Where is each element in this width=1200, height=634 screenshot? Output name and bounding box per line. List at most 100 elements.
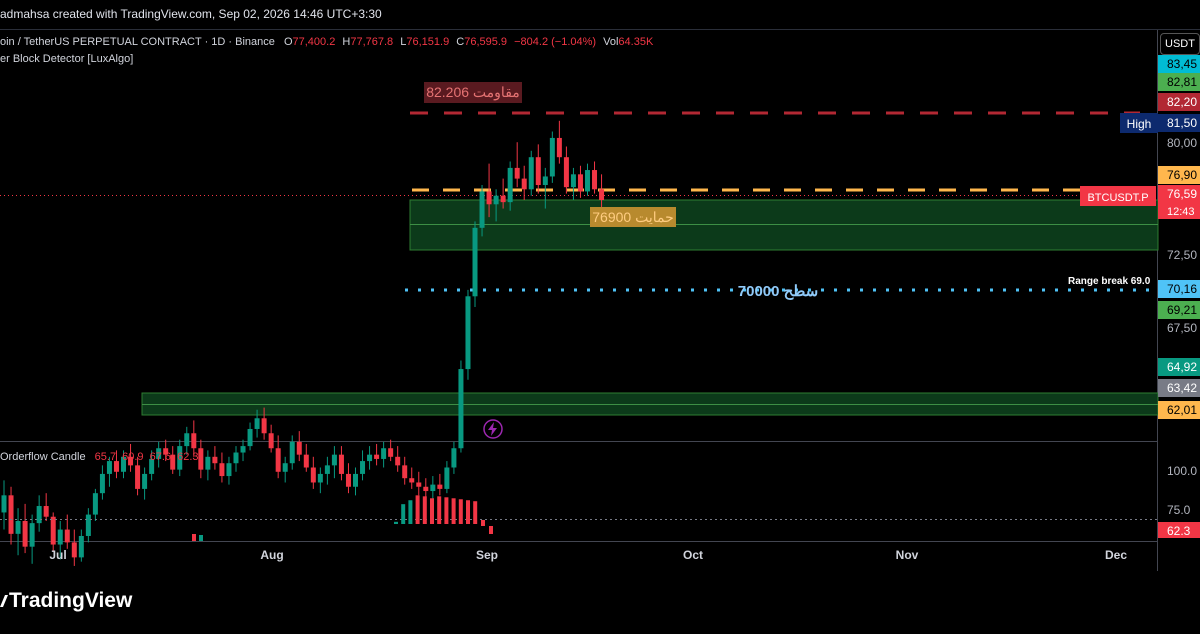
close-value: 76,595.9	[464, 36, 508, 48]
price-axis-label: 69,21	[1167, 303, 1197, 317]
time-axis-label: Dec	[1105, 548, 1127, 562]
time-axis-label: Nov	[896, 548, 919, 562]
candle-body	[22, 521, 28, 547]
oscillator-bar	[458, 499, 463, 524]
price-axis-label: 70,16	[1167, 282, 1197, 296]
candle-body	[1, 495, 7, 513]
symbol-legend: oin / TetherUS PERPETUAL CONTRACT · 1D ·…	[0, 36, 653, 48]
low-value: 76,151.9	[406, 36, 450, 48]
candle-body	[142, 473, 148, 489]
lower-value-2: 60.9	[122, 451, 144, 463]
candle-body	[310, 467, 316, 483]
candle-body	[64, 529, 70, 543]
candle-body	[556, 137, 562, 158]
symbol-title[interactable]: oin / TetherUS PERPETUAL CONTRACT · 1D ·…	[0, 36, 275, 48]
candle-body	[570, 174, 576, 188]
candle-body	[444, 467, 450, 489]
oscillator-bar	[394, 521, 398, 524]
time-axis-label: Oct	[683, 548, 703, 562]
time-axis-label: Sep	[476, 548, 498, 562]
candle-body	[198, 448, 204, 470]
candle-body	[191, 433, 197, 449]
lower-value-4: 62.3	[177, 451, 199, 463]
oscillator-bar	[444, 497, 449, 524]
candle-body	[592, 170, 598, 190]
candle-body	[43, 506, 49, 517]
high-value: 77,767.8	[350, 36, 394, 48]
candle-body	[507, 167, 513, 203]
candle-body	[78, 535, 84, 558]
candle-body	[493, 195, 499, 205]
candle-body	[254, 418, 260, 429]
lower-pane-name: Orderflow Candle	[0, 451, 86, 463]
candle-body	[92, 493, 98, 515]
indicator-legend[interactable]: er Block Detector [LuxAlgo]	[0, 53, 133, 65]
candle-body	[549, 137, 555, 177]
candle-body	[374, 454, 380, 459]
candle-body	[416, 482, 422, 487]
oscillator-bar	[408, 500, 413, 524]
candle-body	[99, 473, 105, 494]
chart-canvas[interactable]: مقاومت 82.206 حمایت 76900 سطح 70000 Range b…	[0, 0, 1200, 631]
candle-body	[233, 452, 239, 464]
candle-body	[521, 178, 527, 190]
candle-body	[282, 463, 288, 472]
candle-body	[8, 495, 14, 534]
candle-body	[240, 446, 246, 453]
lower-axis-label: 75.0	[1167, 503, 1191, 517]
candle-body	[106, 461, 112, 474]
chart-area[interactable]: مقاومت 82.206 حمایت 76900 سطح 70000 Range b…	[0, 0, 1200, 631]
oscillator-bar	[437, 496, 442, 524]
candle-body	[36, 506, 42, 524]
price-axis-label: 82,20	[1167, 95, 1197, 109]
footer: TradingView	[0, 571, 1200, 631]
price-axis-label: 81,50	[1167, 116, 1197, 130]
lower-pane-legend[interactable]: Orderflow Candle 65.7 60.9 67.6 62.3	[0, 451, 199, 463]
lightning-icon-bolt	[488, 422, 497, 436]
oscillator-bar	[451, 498, 456, 524]
change-value: −804.2 (−1.04%)	[514, 36, 597, 48]
candle-body	[535, 157, 541, 186]
lower-axis-label: 100.0	[1167, 464, 1197, 478]
open-value: 77,400.2	[292, 36, 336, 48]
candle-body	[423, 486, 429, 492]
credit-line: admahsa created with TradingView.com, Se…	[0, 7, 382, 21]
candle-body	[465, 296, 471, 370]
candle-body	[303, 454, 309, 468]
candle-body	[29, 523, 35, 547]
price-axis-label: 67,50	[1167, 321, 1197, 335]
price-axis-label: 64,92	[1167, 360, 1197, 374]
candle-body	[409, 478, 415, 483]
candle-body	[85, 514, 91, 536]
oscillator-bar	[422, 496, 427, 524]
support-label: حمایت 76900	[592, 209, 673, 225]
lower-value-1: 65.7	[94, 451, 117, 463]
candle-body	[437, 484, 443, 489]
symbol-tag: BTCUSDT.P	[1087, 192, 1148, 204]
candle-body	[528, 157, 534, 190]
candle-body	[261, 418, 267, 434]
candle-body	[367, 454, 373, 462]
candle-body	[226, 463, 232, 477]
candle-body	[542, 176, 548, 186]
candle-body	[353, 473, 358, 487]
candle-body	[472, 227, 478, 297]
currency-button[interactable]: USDT	[1160, 33, 1200, 55]
candle-body	[135, 465, 141, 489]
range-break-label: Range break 69.0	[1068, 276, 1151, 287]
candle-body	[324, 465, 330, 474]
price-axis-label: 76,59	[1167, 187, 1197, 201]
candle-body	[247, 428, 253, 447]
candle-body	[184, 433, 190, 447]
oscillator-bar	[473, 501, 478, 524]
oscillator-bar	[199, 535, 203, 541]
candle-body	[577, 174, 583, 192]
candle-body	[514, 167, 520, 179]
candle-body	[317, 473, 323, 483]
candle-body	[345, 473, 351, 487]
candle-body	[360, 461, 366, 474]
candle-body	[331, 454, 337, 466]
candle-body	[599, 189, 605, 200]
price-axis-label: 62,01	[1167, 403, 1197, 417]
candle-body	[338, 454, 344, 474]
